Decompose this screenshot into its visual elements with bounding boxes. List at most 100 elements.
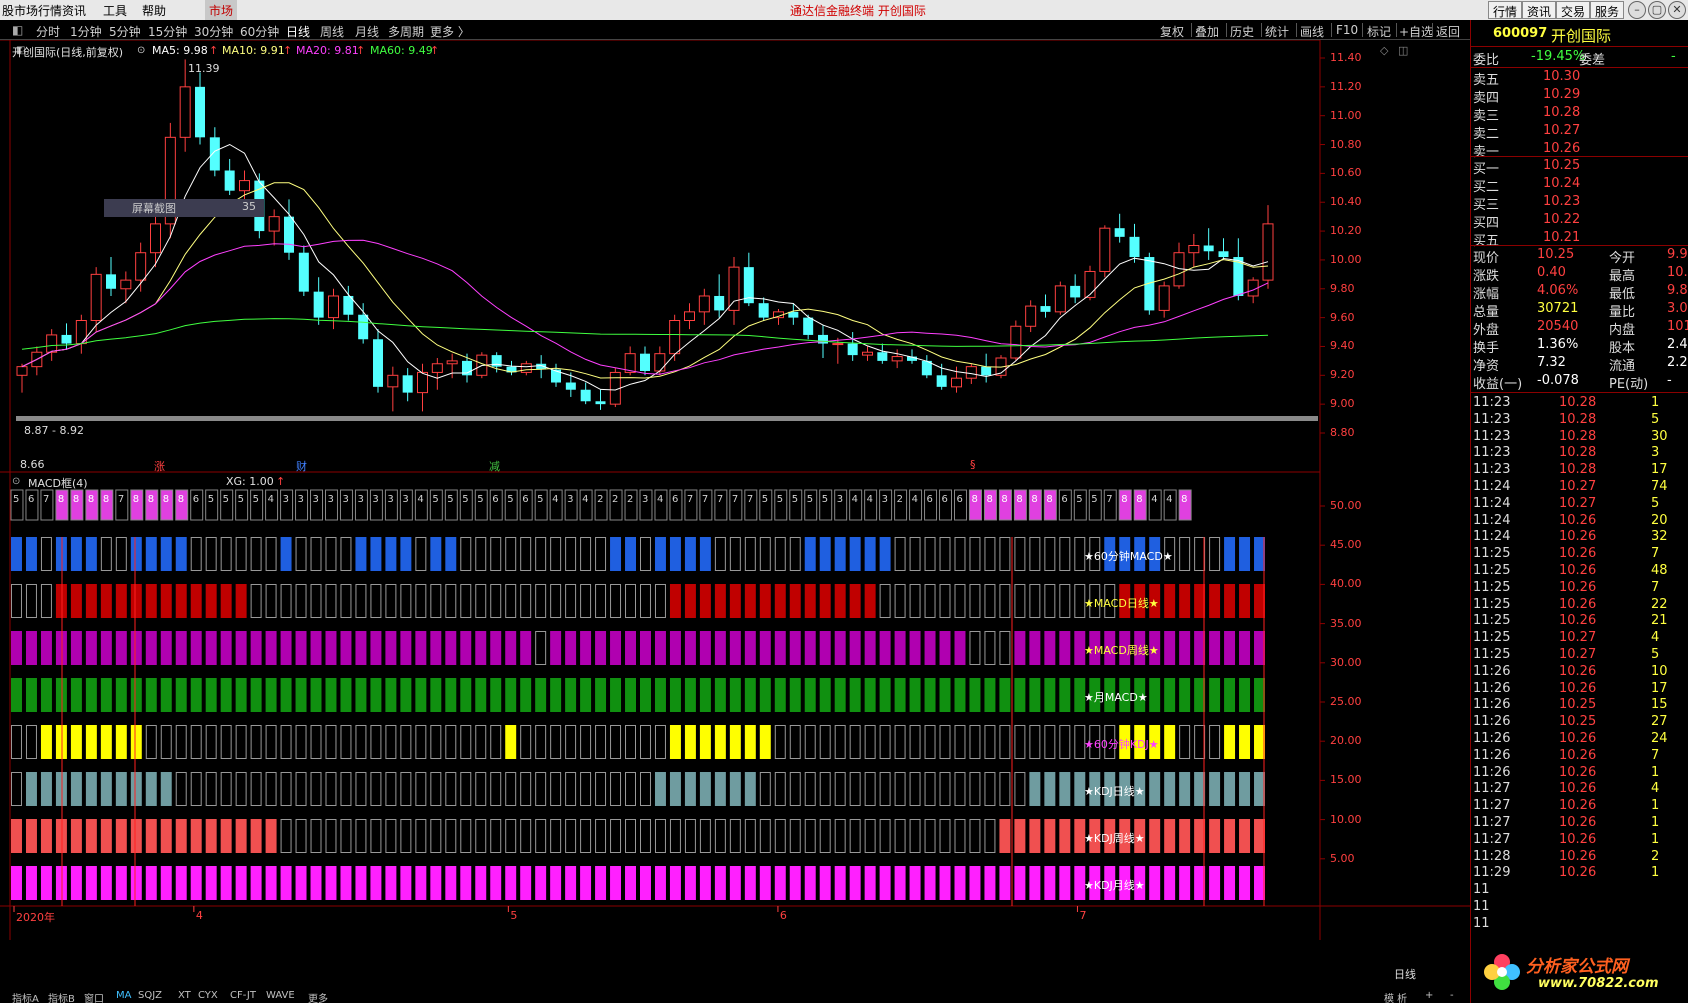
tick-row[interactable]: 11:25 10.27 5 [1471, 646, 1688, 664]
event-marker-reduce[interactable]: 减 [489, 458, 500, 474]
tick-row[interactable]: 11:26 10.26 17 [1471, 680, 1688, 698]
tick-row[interactable]: 11:24 10.26 32 [1471, 528, 1688, 546]
f10-button[interactable]: F10 [1336, 23, 1358, 37]
tick-row[interactable]: 11:26 10.26 24 [1471, 730, 1688, 748]
event-marker-section[interactable]: § [970, 458, 976, 471]
tab-xt[interactable]: XT [178, 990, 191, 1001]
overlay-button[interactable]: 叠加 [1195, 23, 1219, 40]
tab-indicator-a[interactable]: 指标A [12, 990, 39, 1003]
stat-row[interactable]: 换手1.36%股本2.41 [1471, 336, 1688, 356]
tick-row[interactable]: 11:24 10.27 74 [1471, 478, 1688, 496]
tick-row[interactable]: 11:24 10.26 20 [1471, 512, 1688, 530]
tick-row[interactable]: 11:25 10.26 7 [1471, 545, 1688, 563]
maximize-icon[interactable]: ▢ [1648, 1, 1666, 19]
indicator-settings-icon[interactable]: ⊙ [12, 476, 20, 487]
menu-help[interactable]: 帮助 [142, 2, 166, 19]
event-marker-rise[interactable]: 涨 [154, 458, 165, 474]
mark-button[interactable]: 标记 [1367, 23, 1391, 40]
history-button[interactable]: 历史 [1230, 23, 1254, 40]
period-60min[interactable]: 60分钟 [240, 23, 279, 40]
add-watchlist-button[interactable]: +自选 [1399, 23, 1433, 40]
menu-tools[interactable]: 工具 [103, 2, 127, 19]
tab-indicator-b[interactable]: 指标B [48, 990, 75, 1003]
tick-row[interactable]: 11:29 10.26 1 [1471, 864, 1688, 882]
tick-row[interactable]: 11:26 10.26 7 [1471, 747, 1688, 765]
period-more[interactable]: 更多 〉 [430, 23, 470, 40]
analysis-button[interactable]: 模 析 [1384, 990, 1407, 1003]
stat-row[interactable]: 总量 30721 量比 3.0 [1471, 300, 1688, 320]
news-button[interactable]: 资讯 [1522, 1, 1557, 19]
period-30min[interactable]: 30分钟 [194, 23, 233, 40]
adjust-button[interactable]: 复权 [1160, 23, 1184, 40]
bid-row[interactable]: 买三 10.23 [1471, 193, 1688, 213]
tick-row[interactable]: 11:23 10.28 30 [1471, 428, 1688, 446]
menu-market-quotes[interactable]: 股市场行情 [2, 2, 62, 19]
period-daily[interactable]: 日线 [286, 23, 310, 40]
tick-row[interactable]: 11 [1471, 898, 1688, 916]
tab-cyx[interactable]: CYX [198, 990, 218, 1001]
close-icon[interactable]: ✕ [1668, 1, 1686, 19]
period-monthly[interactable]: 月线 [355, 23, 379, 40]
tick-row[interactable]: 11:23 10.28 17 [1471, 461, 1688, 479]
minimize-icon[interactable]: – [1628, 1, 1646, 19]
period-weekly[interactable]: 周线 [320, 23, 344, 40]
tick-row[interactable]: 11:25 10.26 48 [1471, 562, 1688, 580]
back-button[interactable]: 返回 [1436, 23, 1460, 40]
tick-row[interactable]: 11:27 10.26 1 [1471, 814, 1688, 832]
service-button[interactable]: 服务 [1590, 1, 1625, 19]
menu-news[interactable]: 资讯 [62, 2, 86, 19]
tick-row[interactable]: 11:26 10.26 1 [1471, 764, 1688, 782]
tick-row[interactable]: 11:23 10.28 1 [1471, 394, 1688, 412]
tab-ma[interactable]: MA [116, 990, 131, 1001]
ask-row[interactable]: 卖五 10.30 [1471, 68, 1688, 88]
tick-row[interactable]: 11:25 10.26 7 [1471, 579, 1688, 597]
tick-row[interactable]: 11:27 10.26 1 [1471, 797, 1688, 815]
tick-row[interactable]: 11 [1471, 881, 1688, 899]
tick-row[interactable]: 11:26 10.25 15 [1471, 696, 1688, 714]
tick-row[interactable]: 11:26 10.26 10 [1471, 663, 1688, 681]
zoom-in-button[interactable]: + [1425, 990, 1433, 1001]
period-15min[interactable]: 15分钟 [148, 23, 187, 40]
stat-row[interactable]: 涨跌0.40最高10.3 [1471, 264, 1688, 284]
bid-row[interactable]: 买一 10.25 [1471, 157, 1688, 177]
ask-row[interactable]: 卖四 10.29 [1471, 86, 1688, 106]
stat-row[interactable]: 涨幅 4.06% 最低 9.8 [1471, 282, 1688, 302]
period-1min[interactable]: 1分钟 [70, 23, 102, 40]
window-icon[interactable]: ◫ [1398, 44, 1408, 57]
trade-button[interactable]: 交易 [1556, 1, 1591, 19]
layout-toggle-icon[interactable]: ◧ [12, 23, 23, 37]
chart-area[interactable]: 5678888788886555543333333334555565654342… [0, 40, 1470, 995]
tick-row[interactable]: 11:25 10.26 22 [1471, 596, 1688, 614]
stat-row[interactable]: 收益(一) -0.078 PE(动) - [1471, 372, 1688, 392]
tick-row[interactable]: 11:27 10.26 4 [1471, 780, 1688, 798]
chart-canvas[interactable]: 5678888788886555543333333334555565654342… [0, 40, 1470, 995]
statistics-button[interactable]: 统计 [1265, 23, 1289, 40]
market-tab[interactable]: 市场 [205, 0, 238, 20]
tab-cfjt[interactable]: CF-JT [230, 990, 256, 1001]
expand-icon[interactable]: ◇ [1380, 44, 1388, 57]
ask-row[interactable]: 卖三 10.28 [1471, 104, 1688, 124]
tab-wave[interactable]: WAVE [266, 990, 295, 1001]
tab-window[interactable]: 窗口 [84, 990, 104, 1003]
period-multi[interactable]: 多周期 [388, 23, 424, 40]
stat-row[interactable]: 外盘20540内盘1018 [1471, 318, 1688, 338]
period-5min[interactable]: 5分钟 [109, 23, 141, 40]
ask-row[interactable]: 卖二 10.27 [1471, 122, 1688, 142]
period-intraday[interactable]: 分时 [36, 23, 60, 40]
tab-more[interactable]: 更多 [308, 990, 328, 1003]
quotes-button[interactable]: 行情 [1488, 1, 1523, 19]
tick-row[interactable]: 11 [1471, 915, 1688, 933]
tick-row[interactable]: 11:26 10.25 27 [1471, 713, 1688, 731]
tick-row[interactable]: 11:24 10.27 5 [1471, 495, 1688, 513]
tab-sqjz[interactable]: SQJZ [138, 990, 162, 1001]
draw-line-button[interactable]: 画线 [1300, 23, 1324, 40]
tick-row[interactable]: 11:28 10.26 2 [1471, 848, 1688, 866]
tick-row[interactable]: 11:23 10.28 3 [1471, 444, 1688, 462]
tick-row[interactable]: 11:25 10.26 21 [1471, 612, 1688, 630]
bid-row[interactable]: 买四 10.22 [1471, 211, 1688, 231]
zoom-out-button[interactable]: - [1450, 990, 1454, 1001]
bid-row[interactable]: 买二 10.24 [1471, 175, 1688, 195]
event-marker-finance[interactable]: 财 [296, 458, 307, 474]
tick-row[interactable]: 11:27 10.26 1 [1471, 831, 1688, 849]
tick-row[interactable]: 11:23 10.28 5 [1471, 411, 1688, 429]
